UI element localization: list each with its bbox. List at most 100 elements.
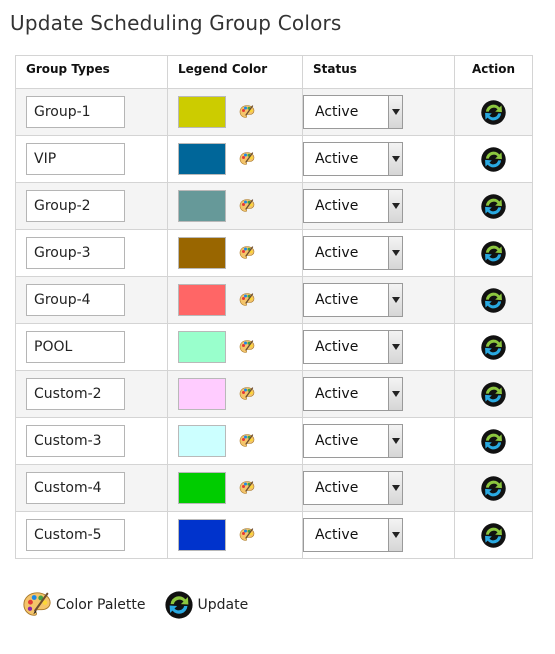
update-icon[interactable] (480, 522, 507, 549)
status-select[interactable]: Active (303, 377, 403, 411)
table-row: Group-3 Active (15, 229, 533, 277)
legend-color-cell (167, 464, 303, 512)
group-name-input[interactable]: Custom-3 (26, 425, 125, 457)
color-palette-icon[interactable] (239, 480, 255, 496)
update-icon[interactable] (480, 287, 507, 314)
color-palette-icon[interactable] (239, 245, 255, 261)
color-swatch[interactable] (178, 472, 226, 504)
status-value: Active (315, 198, 359, 214)
table-row: Group-2 Active (15, 182, 533, 230)
color-palette-icon[interactable] (239, 527, 255, 543)
table-row: Custom-4 Active (15, 464, 533, 512)
table-row: Group-1 Active (15, 88, 533, 136)
color-palette-icon[interactable] (239, 386, 255, 402)
status-select[interactable]: Active (303, 142, 403, 176)
action-cell (454, 417, 533, 465)
header-group-types: Group Types (15, 55, 168, 89)
action-cell (454, 464, 533, 512)
color-swatch[interactable] (178, 237, 226, 269)
table-row: Custom-2 Active (15, 370, 533, 418)
color-palette-icon[interactable] (239, 104, 255, 120)
table-body: Group-1 Active VIP Active Group-2 Active Group… (15, 88, 533, 559)
legend-item-palette: Color Palette (22, 590, 146, 620)
status-select[interactable]: Active (303, 518, 403, 552)
group-name-input[interactable]: VIP (26, 143, 125, 175)
chevron-down-icon[interactable] (388, 519, 402, 551)
update-icon[interactable] (480, 146, 507, 173)
legend-color-cell (167, 323, 303, 371)
chevron-down-icon[interactable] (388, 96, 402, 128)
chevron-down-icon[interactable] (388, 190, 402, 222)
group-type-cell: Custom-2 (15, 370, 168, 418)
chevron-down-icon[interactable] (388, 143, 402, 175)
chevron-down-icon[interactable] (388, 331, 402, 363)
action-cell (454, 88, 533, 136)
color-swatch[interactable] (178, 331, 226, 363)
legend-color-cell (167, 276, 303, 324)
status-select[interactable]: Active (303, 424, 403, 458)
color-palette-icon[interactable] (239, 198, 255, 214)
color-palette-icon[interactable] (239, 151, 255, 167)
update-icon[interactable] (480, 193, 507, 220)
legend-color-cell (167, 135, 303, 183)
color-palette-icon[interactable] (239, 433, 255, 449)
group-name-input[interactable]: Group-4 (26, 284, 125, 316)
chevron-down-icon[interactable] (388, 237, 402, 269)
update-icon[interactable] (480, 334, 507, 361)
color-swatch[interactable] (178, 143, 226, 175)
color-palette-icon[interactable] (239, 292, 255, 308)
table-row: VIP Active (15, 135, 533, 183)
color-swatch[interactable] (178, 425, 226, 457)
status-value: Active (315, 245, 359, 261)
group-name-input[interactable]: Custom-5 (26, 519, 125, 551)
color-swatch[interactable] (178, 190, 226, 222)
group-name-input[interactable]: Custom-2 (26, 378, 125, 410)
table-row: Group-4 Active (15, 276, 533, 324)
legend-color-cell (167, 511, 303, 559)
action-cell (454, 182, 533, 230)
header-legend-color: Legend Color (167, 55, 303, 89)
status-select[interactable]: Active (303, 95, 403, 129)
legend-color-cell (167, 370, 303, 418)
header-action: Action (454, 55, 533, 89)
color-swatch[interactable] (178, 519, 226, 551)
color-palette-icon (22, 590, 52, 620)
legend-color-cell (167, 182, 303, 230)
group-name-input[interactable]: POOL (26, 331, 125, 363)
update-icon[interactable] (480, 428, 507, 455)
table-header-row: Group Types Legend Color Status Action (15, 55, 533, 89)
group-type-cell: Group-4 (15, 276, 168, 324)
update-icon[interactable] (480, 381, 507, 408)
group-name-input[interactable]: Group-3 (26, 237, 125, 269)
update-icon[interactable] (480, 475, 507, 502)
chevron-down-icon[interactable] (388, 425, 402, 457)
chevron-down-icon[interactable] (388, 284, 402, 316)
status-select[interactable]: Active (303, 283, 403, 317)
update-legend-label: Update (197, 597, 249, 613)
status-select[interactable]: Active (303, 471, 403, 505)
color-swatch[interactable] (178, 96, 226, 128)
status-select[interactable]: Active (303, 189, 403, 223)
status-cell: Active (302, 276, 455, 324)
action-cell (454, 135, 533, 183)
status-cell: Active (302, 135, 455, 183)
update-icon[interactable] (480, 240, 507, 267)
group-name-input[interactable]: Group-1 (26, 96, 125, 128)
update-icon[interactable] (480, 99, 507, 126)
legend-color-cell (167, 417, 303, 465)
status-select[interactable]: Active (303, 330, 403, 364)
group-name-input[interactable]: Group-2 (26, 190, 125, 222)
color-palette-icon[interactable] (239, 339, 255, 355)
chevron-down-icon[interactable] (388, 472, 402, 504)
status-value: Active (315, 433, 359, 449)
action-cell (454, 276, 533, 324)
group-type-cell: Custom-3 (15, 417, 168, 465)
group-name-input[interactable]: Custom-4 (26, 472, 125, 504)
status-cell: Active (302, 182, 455, 230)
color-swatch[interactable] (178, 284, 226, 316)
chevron-down-icon[interactable] (388, 378, 402, 410)
color-swatch[interactable] (178, 378, 226, 410)
status-select[interactable]: Active (303, 236, 403, 270)
status-cell: Active (302, 88, 455, 136)
status-cell: Active (302, 464, 455, 512)
